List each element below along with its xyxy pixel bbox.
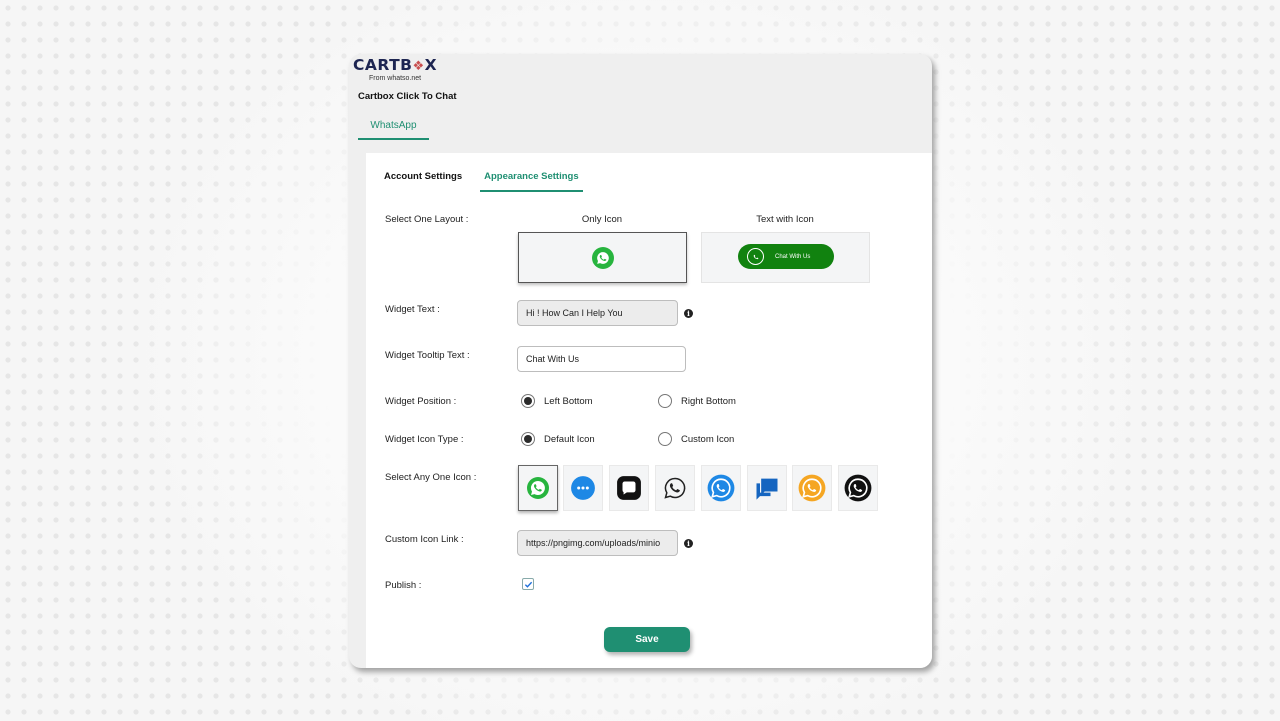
radio-button[interactable] [658, 432, 672, 446]
icon-option-chat-bubble[interactable] [609, 465, 649, 511]
widget-text-input[interactable]: Hi ! How Can I Help You [517, 300, 678, 326]
layout-only-icon-option[interactable] [518, 232, 687, 283]
radio-button[interactable] [658, 394, 672, 408]
layout-text-with-icon-option[interactable]: Chat With Us [701, 232, 870, 283]
chat-pill-text: Chat With Us [775, 253, 811, 260]
appearance-panel: Account Settings Appearance Settings Sel… [366, 153, 932, 668]
whatsapp-orange-icon [798, 474, 826, 502]
radio-custom-icon[interactable]: Custom Icon [658, 432, 734, 446]
radio-right-bottom[interactable]: Right Bottom [658, 394, 736, 408]
radio-label: Default Icon [544, 433, 595, 445]
whatsapp-outline-icon [664, 477, 686, 499]
settings-card: CARTB❖X From whatso.net Cartbox Click To… [349, 54, 932, 668]
whatsapp-icon [747, 248, 764, 265]
widget-tooltip-label: Widget Tooltip Text : [385, 350, 470, 361]
whatsapp-blue-icon [707, 474, 735, 502]
icon-option-whatsapp-outline[interactable] [655, 465, 695, 511]
icon-option-whatsapp-orange[interactable] [792, 465, 832, 511]
chat-bubble-black-icon [617, 476, 641, 500]
widget-icon-type-label: Widget Icon Type : [385, 434, 464, 445]
checkmark-icon [524, 581, 532, 588]
logo-text-prefix: CARTB [353, 56, 413, 74]
custom-icon-link-label: Custom Icon Link : [385, 534, 464, 545]
radio-button[interactable] [521, 394, 535, 408]
icon-option-messenger[interactable] [563, 465, 603, 511]
widget-tooltip-input[interactable]: Chat With Us [517, 346, 686, 372]
layout-label: Select One Layout : [385, 214, 469, 225]
radio-left-bottom[interactable]: Left Bottom [521, 394, 593, 408]
radio-default-icon[interactable]: Default Icon [521, 432, 595, 446]
custom-icon-link-input[interactable]: https://pngimg.com/uploads/minio [517, 530, 678, 556]
tab-account-settings[interactable]: Account Settings [384, 171, 462, 192]
select-icon-label: Select Any One Icon : [385, 472, 477, 483]
info-icon: i [684, 309, 693, 318]
whatsapp-black-icon [844, 474, 872, 502]
save-button[interactable]: Save [604, 627, 690, 652]
box-icon: ❖ [412, 59, 425, 74]
whatsapp-green-icon [527, 477, 549, 499]
radio-label: Right Bottom [681, 395, 736, 407]
icon-option-chat-bubbles[interactable] [747, 465, 787, 511]
settings-tabs: Account Settings Appearance Settings [384, 171, 601, 192]
logo-text-suffix: X [424, 56, 438, 74]
app-title: Cartbox Click To Chat [358, 91, 457, 102]
radio-button[interactable] [521, 432, 535, 446]
widget-text-label: Widget Text : [385, 304, 440, 315]
chat-bubbles-blue-icon [756, 478, 778, 500]
widget-position-label: Widget Position : [385, 396, 457, 407]
messenger-blue-icon [571, 476, 595, 500]
radio-label: Left Bottom [544, 395, 593, 407]
logo-subtitle: From whatso.net [369, 75, 422, 82]
icon-option-whatsapp-blue[interactable] [701, 465, 741, 511]
icon-option-whatsapp-black[interactable] [838, 465, 878, 511]
whatsapp-icon [592, 247, 614, 269]
publish-label: Publish : [385, 580, 422, 591]
radio-label: Custom Icon [681, 433, 735, 445]
publish-checkbox[interactable] [522, 578, 534, 590]
cartbox-logo: CARTB❖X From whatso.net [353, 57, 437, 83]
icon-option-whatsapp-green[interactable] [518, 465, 558, 511]
info-icon: i [684, 539, 693, 548]
layout-text-with-icon-title: Text with Icon [756, 214, 814, 225]
tab-whatsapp[interactable]: WhatsApp [358, 116, 429, 140]
tab-appearance-settings[interactable]: Appearance Settings [480, 171, 583, 192]
layout-only-icon-title: Only Icon [581, 214, 623, 225]
chat-with-us-pill: Chat With Us [738, 244, 834, 269]
